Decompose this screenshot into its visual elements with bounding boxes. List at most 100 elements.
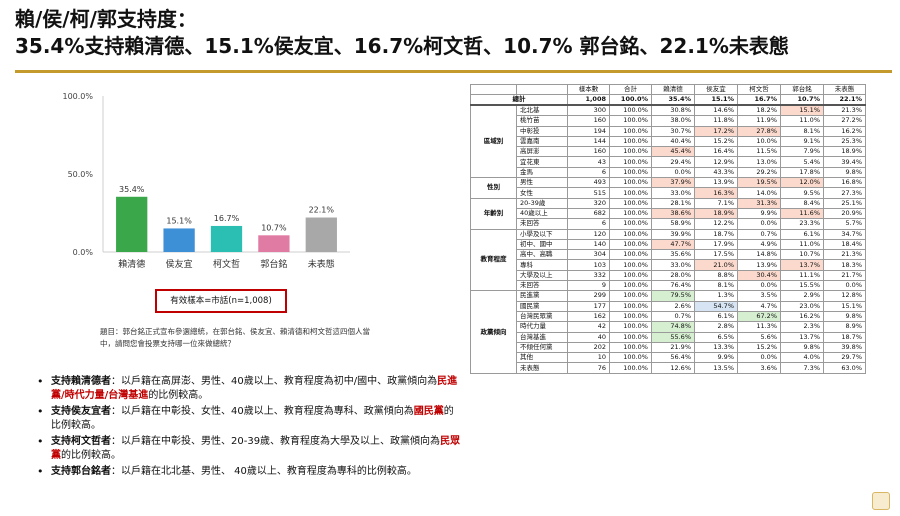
support-bar-chart: 100.0% 50.0% 0.0% 35.4% 賴清德 15.1% 侯友宜 16.7% 柯文哲 1… [55,82,355,282]
row-label: 台灣民眾黨 [516,310,568,323]
bar-chart-svg: 100.0% 50.0% 0.0% 35.4% 賴清德 15.1% 侯友宜 16.7% 柯文哲 1… [62,92,350,270]
table-cell: 11.8% [694,115,738,127]
table-cell: 21.7% [823,269,866,282]
table-cell: 100.0% [609,218,652,230]
row-label: 專科 [516,259,568,271]
table-row: 高屏澎 160 100.0% 45.4% 16.4% 11.5% 7.9% 18.9% [471,146,866,158]
table-cell: 8.1% [694,280,738,292]
table-cell: 103 [567,259,610,271]
sample-size-note: 有效樣本=市話(n=1,008) [155,289,287,313]
table-cell: 19.5% [737,177,781,189]
table-cell: 0.0% [737,352,781,364]
table-cell: 0.0% [737,218,781,230]
row-label: 不傾任何黨 [516,341,568,354]
table-cell: 8.1% [780,125,824,137]
table-row: 時代力量 42 100.0% 74.8% 2.8% 11.3% 2.3% 8.9% [471,321,866,333]
table-cell: 35.6% [651,249,695,261]
table-cell: 100.0% [609,290,652,302]
table-cell: 100.0% [609,197,652,209]
table-cell: 15.1% [780,104,824,117]
table-cell: 40 [567,331,610,343]
table-cell: 37.9% [651,177,695,189]
table-row: 政黨傾向 民進黨 299 100.0% 79.5% 1.3% 3.5% 2.9% 12.8% [470,290,866,374]
header-cell: 柯文哲 [737,83,781,96]
table-cell: 40.4% [651,135,695,148]
finding-label: 支持柯文哲者 [51,436,111,447]
table-cell: 16.8% [823,177,866,189]
finding-party: 國民黨 [413,406,444,417]
table-row: 未回答 6 100.0% 58.9% 12.2% 0.0% 23.3% 5.7% [471,218,866,230]
header-cell: 郭台銘 [780,83,824,96]
row-label: 高屏澎 [516,146,568,158]
table-cell: 31.3% [737,197,781,209]
table-cell: 2.8% [694,321,738,333]
table-cell: 17.9% [694,238,738,251]
table-cell: 76 [567,362,610,374]
table-cell: 9.1% [780,135,824,148]
row-label: 初中、國中 [516,238,568,251]
table-row: 區域別 北北基 300 100.0% 30.8% 14.6% 18.2% 15.1% 21.3% [470,104,866,179]
table-row: 雲嘉南 144 100.0% 40.4% 15.2% 10.0% 9.1% 25.3% [471,135,866,148]
table-cell: 100.0% [609,321,652,333]
table-row: 國民黨 177 100.0% 2.6% 54.7% 4.7% 23.0% 15.1% [471,300,866,312]
table-cell: 12.6% [651,362,695,374]
table-cell: 15.2% [737,341,781,354]
header-cell: 合計 [609,83,652,96]
table-cell: 17.2% [694,125,738,137]
table-row: 未表態 76 100.0% 12.6% 13.5% 3.6% 7.3% 63.0% [471,362,866,374]
table-cell: 13.5% [694,362,738,374]
table-cell: 29.7% [823,352,866,364]
table-cell: 11.9% [737,115,781,127]
table-cell: 160 [567,146,610,158]
y-tick-label: 50.0% [68,170,94,179]
findings-list: 支持賴清德者：以戶籍在高屏澎、男性、40歲以上、教育程度為初中/國中、政黨傾向為… [33,375,463,481]
table-cell: 7.9% [780,146,824,158]
table-cell: 43.3% [694,166,738,179]
table-cell: 100.0% [609,280,652,292]
table-row: 桃竹苗 160 100.0% 38.0% 11.8% 11.9% 11.0% 27.2% [471,115,866,127]
finding-text: ：以戶籍在中彰投、男性、20-39歲、教育程度為大學及以上、政黨傾向為 [111,436,441,447]
survey-question: 題目：郭台銘正式宣布參選總統，在郭台銘、侯友宜、賴清德和柯文哲這四個人當中，請問… [100,327,370,348]
table-row: 台灣民眾黨 162 100.0% 0.7% 6.1% 67.2% 16.2% 9.8% [471,310,866,323]
row-label: 雲嘉南 [516,135,568,148]
table-cell: 6.5% [694,331,738,343]
logo-badge-icon [872,492,890,510]
table-cell: 21.3% [823,249,866,261]
bar-value-label: 16.7% [214,214,240,223]
table-cell: 18.7% [823,331,866,343]
table-cell: 33.0% [651,259,695,271]
table-cell: 28.1% [651,197,695,209]
title-line-2: 35.4%支持賴清德、15.1%侯友宜、16.7%柯文哲、10.7% 郭台銘、2… [15,34,789,58]
table-cell: 10.0% [737,135,781,148]
crosstab-table: 樣本數 合計 賴清德 侯友宜 柯文哲 郭台銘 未表態 總計 1,008 100.0%… [470,83,866,374]
table-cell: 12.9% [694,156,738,168]
table-cell: 0.0% [737,280,781,292]
table-cell: 28.0% [651,269,695,282]
table-cell: 17.8% [780,166,824,179]
table-cell: 16.4% [694,146,738,158]
table-cell: 100.0% [609,125,652,137]
table-cell: 13.0% [737,156,781,168]
table-cell: 14.6% [694,104,738,117]
table-cell: 76.4% [651,280,695,292]
bar-3 [210,225,243,252]
table-row: 大學及以上 332 100.0% 28.0% 8.8% 30.4% 11.1% 21.7% [471,269,866,282]
table-cell: 9 [567,280,610,292]
table-cell: 15.2% [694,135,738,148]
table-cell: 55.6% [651,331,695,343]
bar-5 [305,217,337,252]
table-cell: 30.8% [651,104,695,117]
table-cell: 9.8% [823,310,866,323]
table-cell: 4.0% [780,352,824,364]
finding-tail: 的比例較高。 [148,390,209,401]
row-label: 大學及以上 [516,269,568,282]
table-cell: 304 [567,249,610,261]
table-cell: 21.3% [823,104,866,117]
table-cell: 12.0% [780,177,824,189]
table-cell: 11.0% [780,238,824,251]
table-cell: 100.0% [609,166,652,179]
table-cell: 29.2% [737,166,781,179]
table-cell: 100.0% [609,104,652,117]
table-cell: 320 [567,197,610,209]
finding-text: ：以戶籍在中彰投、女性、40歲以上、教育程度為專科、政黨傾向為 [111,406,414,417]
